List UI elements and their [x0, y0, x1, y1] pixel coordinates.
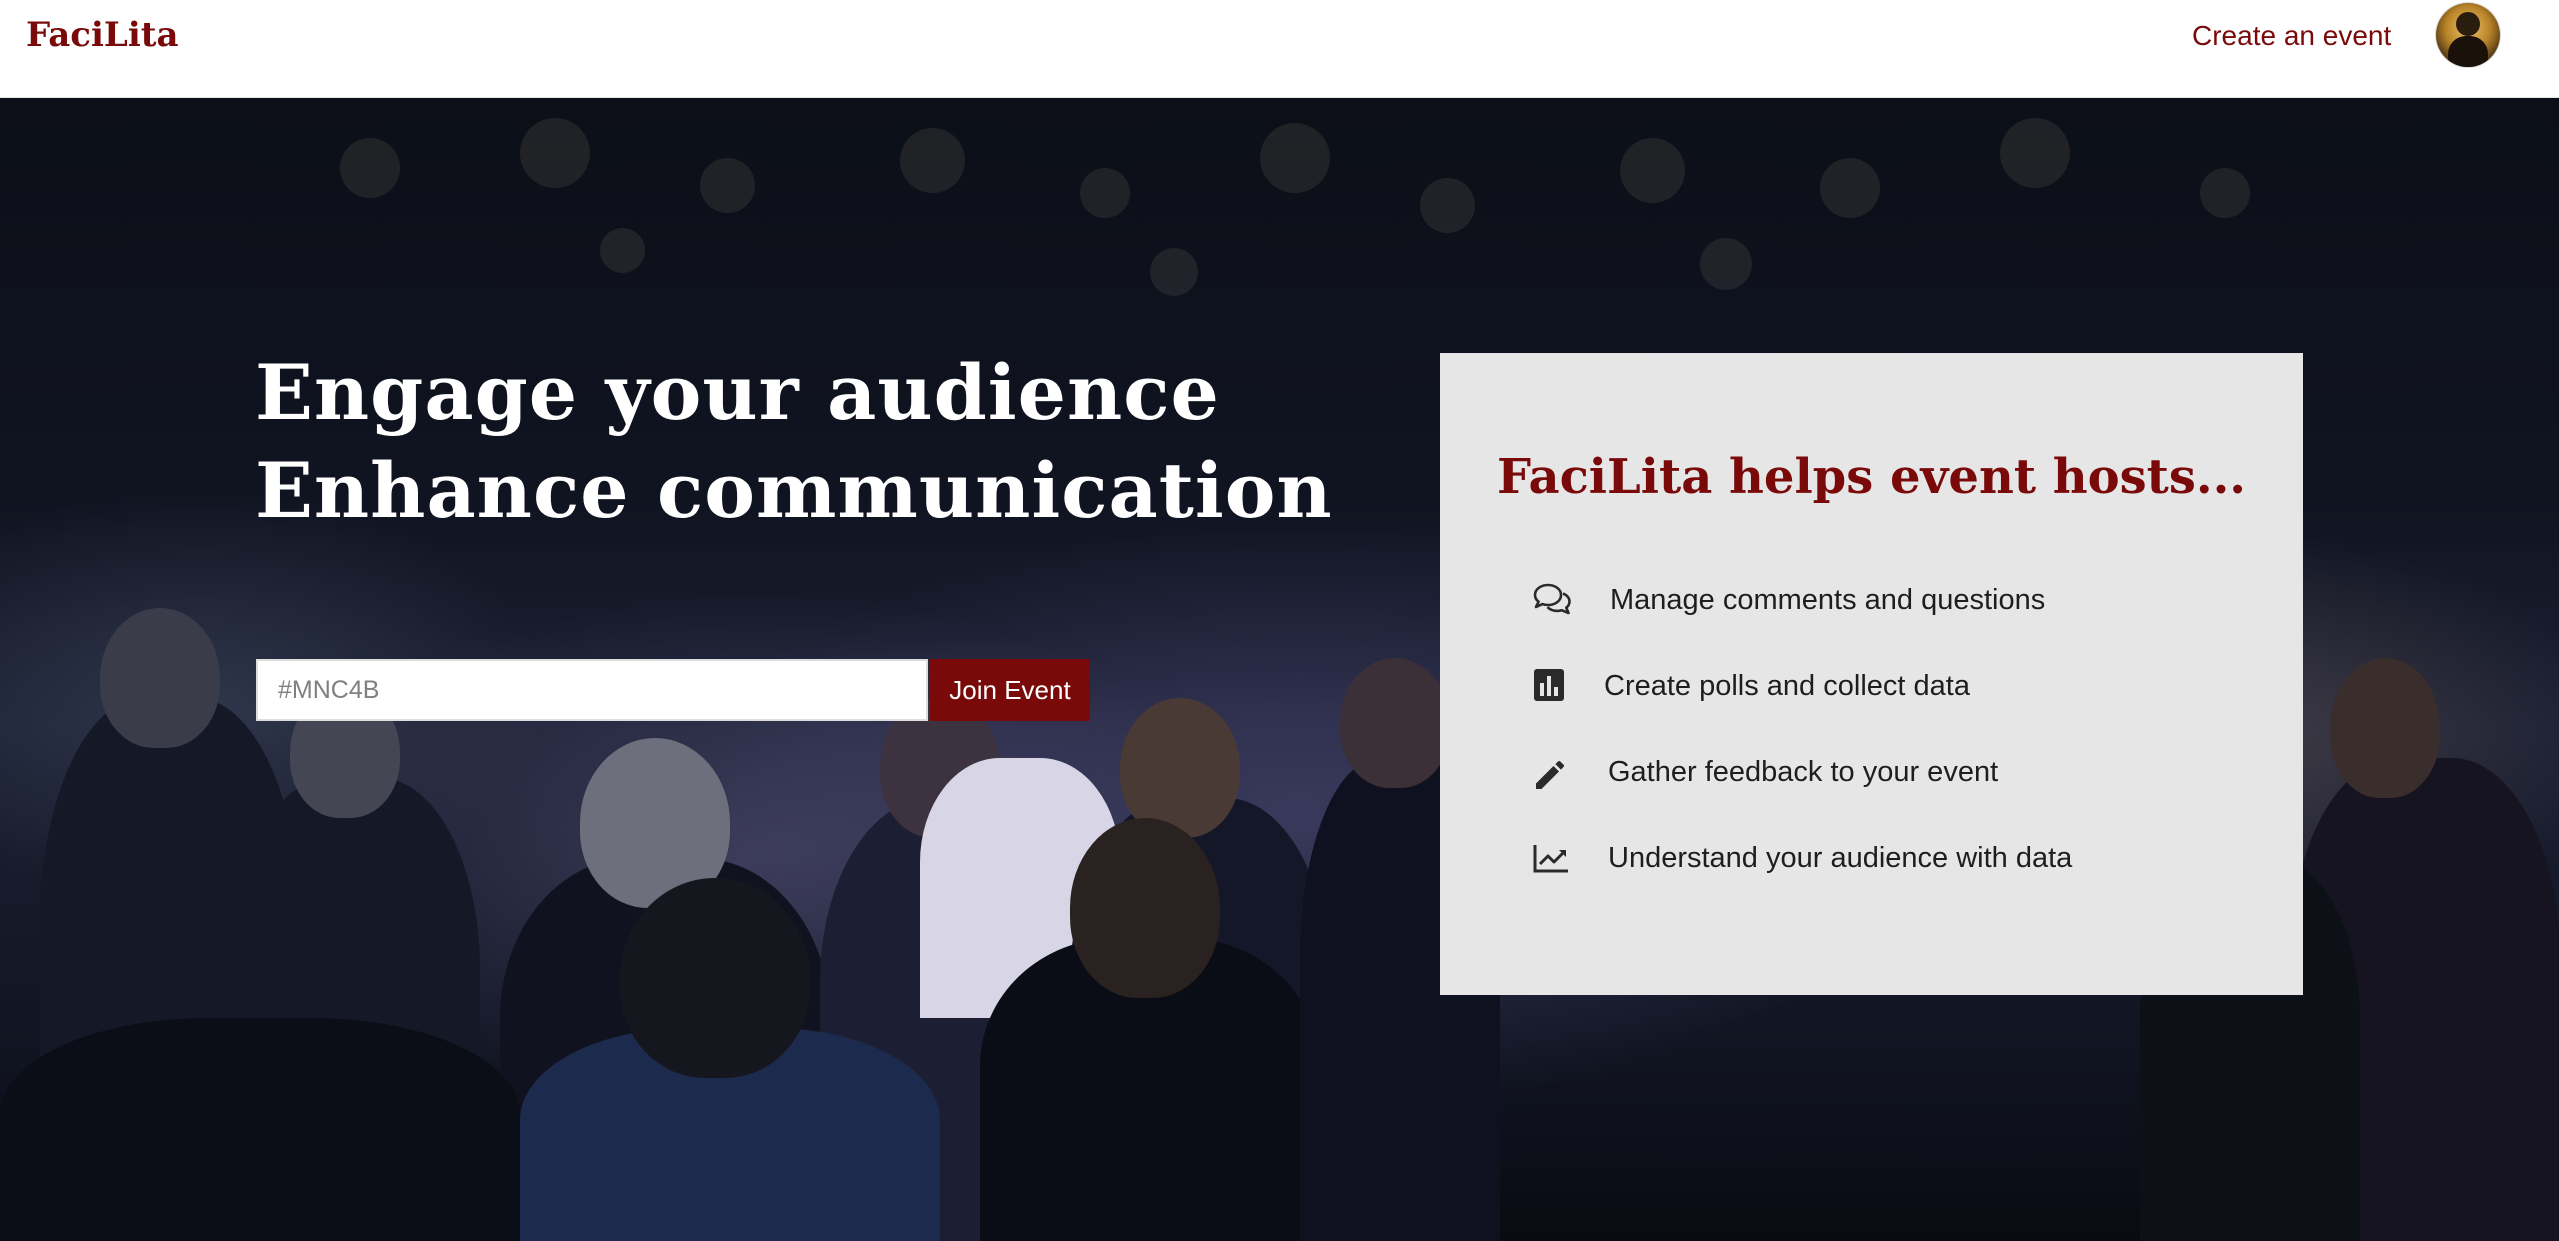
features-title: FaciLita helps event hosts... [1497, 449, 2246, 505]
feature-item-comments: Manage comments and questions [1532, 577, 2252, 623]
join-event-button[interactable]: Join Event [930, 659, 1090, 721]
feature-item-insights: Understand your audience with data [1532, 835, 2252, 881]
top-navbar: FaciLita Create an event [0, 0, 2559, 98]
feature-item-polls: Create polls and collect data [1532, 663, 2252, 709]
comments-icon [1533, 583, 1571, 615]
feature-label: Gather feedback to your event [1608, 756, 1999, 788]
feature-item-feedback: Gather feedback to your event [1532, 749, 2252, 795]
line-chart-icon [1533, 845, 1568, 873]
hero-headline-line-1: Engage your audience [255, 348, 1220, 437]
poll-chart-icon [1534, 669, 1564, 701]
avatar-body [2448, 36, 2488, 67]
feature-label: Understand your audience with data [1608, 842, 2073, 874]
features-card: FaciLita helps event hosts... Manage com… [1440, 353, 2303, 995]
hero-headline-line-2: Enhance communication [255, 446, 1333, 535]
create-event-link[interactable]: Create an event [2192, 12, 2391, 60]
brand-logo[interactable]: FaciLita [26, 10, 179, 60]
avatar-head [2456, 12, 2480, 36]
feature-label: Manage comments and questions [1610, 584, 2046, 616]
event-code-input[interactable] [256, 659, 928, 721]
user-avatar[interactable] [2436, 3, 2500, 67]
pencil-icon [1536, 760, 1565, 789]
feature-label: Create polls and collect data [1604, 670, 1970, 702]
hero-section: Engage your audience Enhance communicati… [0, 98, 2559, 1241]
hero-headline: Engage your audience Enhance communicati… [255, 344, 1333, 540]
